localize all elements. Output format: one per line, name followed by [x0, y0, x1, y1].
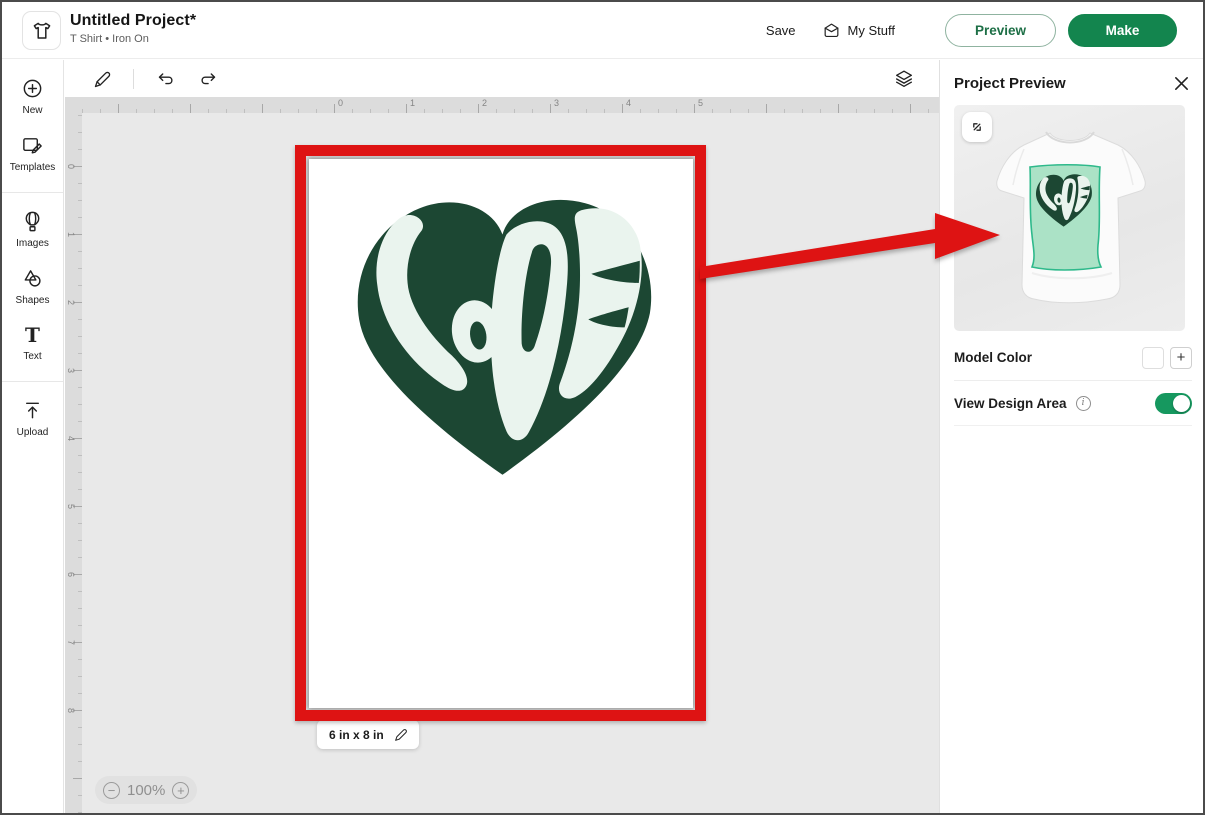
sidebar-group-project: New Templates: [2, 60, 63, 192]
sidebar-item-text[interactable]: T Text: [2, 315, 63, 371]
app-window: Untitled Project* T Shirt • Iron On Save…: [0, 0, 1205, 815]
expand-preview-button[interactable]: [962, 112, 992, 142]
project-type-button[interactable]: [22, 11, 61, 50]
horizontal-ruler: 012345: [65, 97, 939, 113]
sidebar-item-images[interactable]: Images: [2, 201, 63, 258]
project-subtitle: T Shirt • Iron On: [70, 33, 196, 45]
project-title-block: Untitled Project* T Shirt • Iron On: [70, 12, 196, 45]
new-plus-icon: [21, 77, 44, 100]
undo-icon: [154, 68, 176, 90]
page-title: Untitled Project*: [70, 12, 196, 30]
sidebar-item-label: Shapes: [16, 295, 50, 306]
sidebar-item-label: Templates: [10, 162, 56, 173]
sidebar-item-label: Upload: [17, 427, 49, 438]
images-icon: [21, 210, 44, 233]
love-heart-design[interactable]: [347, 194, 662, 481]
preview-button[interactable]: Preview: [945, 14, 1056, 47]
toolbar-divider: [133, 69, 134, 89]
tshirt-preview-card: [954, 105, 1185, 331]
expand-icon: [969, 119, 985, 135]
left-sidebar: New Templates Images: [2, 60, 64, 815]
sidebar-group-insert: Images Shapes T Text: [2, 192, 63, 381]
model-color-row: Model Color +: [954, 335, 1192, 381]
vertical-ruler: 012345678: [65, 113, 82, 815]
toggle-knob: [1173, 395, 1190, 412]
sidebar-group-upload: Upload: [2, 381, 63, 457]
layers-button[interactable]: [891, 66, 917, 92]
zoom-control: − 100% +: [95, 776, 197, 804]
zoom-out-button[interactable]: −: [103, 782, 120, 799]
sidebar-item-label: Text: [23, 351, 41, 362]
model-color-label: Model Color: [954, 350, 1032, 365]
my-stuff-icon: [822, 21, 841, 40]
make-button[interactable]: Make: [1068, 14, 1177, 47]
text-icon: T: [25, 324, 40, 346]
artboard-size-label: 6 in x 8 in: [329, 728, 384, 742]
sidebar-item-label: Images: [16, 238, 49, 249]
close-panel-button[interactable]: [1170, 72, 1192, 94]
top-bar-actions: Save My Stuff Preview Make: [766, 2, 1177, 59]
edit-pencil-button[interactable]: [89, 66, 115, 92]
shapes-icon: [21, 267, 44, 290]
save-button[interactable]: Save: [766, 23, 796, 38]
close-icon: [1173, 75, 1190, 92]
view-design-area-row: View Design Area i: [954, 381, 1192, 426]
model-color-swatch[interactable]: [1142, 347, 1164, 369]
sidebar-item-label: New: [22, 105, 42, 116]
view-design-area-toggle[interactable]: [1155, 393, 1192, 414]
my-stuff-button[interactable]: My Stuff: [822, 21, 895, 40]
edit-size-pencil-icon: [393, 727, 409, 743]
upload-icon: [21, 399, 44, 422]
zoom-in-button[interactable]: +: [172, 782, 189, 799]
project-preview-panel: Project Preview: [939, 60, 1205, 815]
redo-button[interactable]: [196, 66, 222, 92]
templates-icon: [21, 134, 44, 157]
panel-title: Project Preview: [954, 75, 1066, 92]
add-color-button[interactable]: +: [1170, 347, 1192, 369]
my-stuff-label: My Stuff: [848, 23, 895, 38]
tshirt-icon: [30, 19, 54, 43]
undo-button[interactable]: [152, 66, 178, 92]
pencil-icon: [92, 69, 113, 90]
sidebar-item-templates[interactable]: Templates: [2, 125, 63, 182]
tshirt-mockup: [988, 123, 1158, 318]
redo-icon: [198, 68, 220, 90]
top-bar: Untitled Project* T Shirt • Iron On Save…: [2, 2, 1203, 59]
view-design-area-label: View Design Area: [954, 396, 1067, 411]
sidebar-item-new[interactable]: New: [2, 68, 63, 125]
edit-toolbar: [65, 60, 939, 97]
sidebar-item-shapes[interactable]: Shapes: [2, 258, 63, 315]
layers-icon: [893, 68, 915, 90]
zoom-level: 100%: [127, 782, 165, 799]
artboard-size-button[interactable]: 6 in x 8 in: [317, 720, 419, 749]
sidebar-item-upload[interactable]: Upload: [2, 390, 63, 447]
info-icon[interactable]: i: [1076, 396, 1091, 411]
